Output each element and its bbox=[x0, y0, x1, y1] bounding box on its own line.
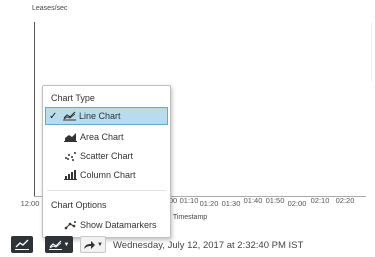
line-chart-icon bbox=[63, 111, 76, 121]
menu-item-label: Scatter Chart bbox=[80, 151, 134, 161]
area-chart-icon bbox=[64, 132, 77, 142]
x-tick-label: 02:20 bbox=[335, 196, 355, 205]
checkmark-icon: ✓ bbox=[49, 110, 58, 122]
x-tick-label: 01:40 bbox=[243, 196, 263, 205]
menu-item-area-chart[interactable]: Area Chart bbox=[45, 128, 168, 146]
y-axis-line bbox=[34, 22, 35, 196]
chart-view-button[interactable] bbox=[11, 236, 33, 253]
chart-toolbar: ▼ ▼ Wednesday, July 12, 2017 at 2:32:40 … bbox=[0, 233, 375, 257]
menu-item-label: Area Chart bbox=[80, 132, 124, 142]
chart-edge-line bbox=[371, 22, 372, 82]
last-updated-timestamp: Wednesday, July 12, 2017 at 2:32:40 PM I… bbox=[113, 240, 304, 251]
datamarkers-icon bbox=[64, 220, 77, 230]
menu-item-show-datamarkers[interactable]: Show Datamarkers bbox=[45, 216, 168, 234]
menu-separator bbox=[47, 190, 166, 191]
chevron-down-icon: ▼ bbox=[97, 241, 103, 248]
line-chart-icon bbox=[48, 240, 62, 250]
chart-type-dropdown-button[interactable]: ▼ bbox=[45, 236, 73, 253]
chart-options-heading: Chart Options bbox=[51, 200, 107, 210]
x-tick-label: 01:10 bbox=[179, 196, 199, 205]
x-tick-label: 02:00 bbox=[287, 199, 307, 208]
menu-item-scatter-chart[interactable]: Scatter Chart bbox=[45, 147, 168, 165]
menu-item-line-chart[interactable]: ✓ Line Chart bbox=[45, 107, 168, 125]
chart-type-heading: Chart Type bbox=[51, 93, 95, 103]
chart-type-menu: Chart Type ✓ Line Chart Area Chart Scatt… bbox=[42, 85, 171, 238]
share-arrow-icon bbox=[84, 240, 96, 249]
menu-item-column-chart[interactable]: Column Chart bbox=[45, 166, 168, 184]
x-tick-label: 01:50 bbox=[265, 196, 285, 205]
scatter-chart-icon bbox=[64, 151, 77, 161]
export-dropdown-button[interactable]: ▼ bbox=[80, 236, 106, 253]
menu-item-label: Line Chart bbox=[79, 111, 121, 121]
x-tick-label: 02:10 bbox=[310, 196, 330, 205]
x-tick-label: 12:00 bbox=[20, 199, 40, 208]
x-tick-label: 01:30 bbox=[221, 199, 241, 208]
line-chart-icon bbox=[15, 239, 29, 250]
y-axis-label: Leases/sec bbox=[32, 5, 68, 12]
column-chart-icon bbox=[64, 170, 77, 180]
x-tick-label: 01:20 bbox=[199, 199, 219, 208]
x-axis-title: Timestamp bbox=[172, 214, 208, 221]
chevron-down-icon: ▼ bbox=[63, 241, 70, 248]
menu-item-label: Show Datamarkers bbox=[80, 220, 157, 230]
menu-item-label: Column Chart bbox=[80, 170, 136, 180]
